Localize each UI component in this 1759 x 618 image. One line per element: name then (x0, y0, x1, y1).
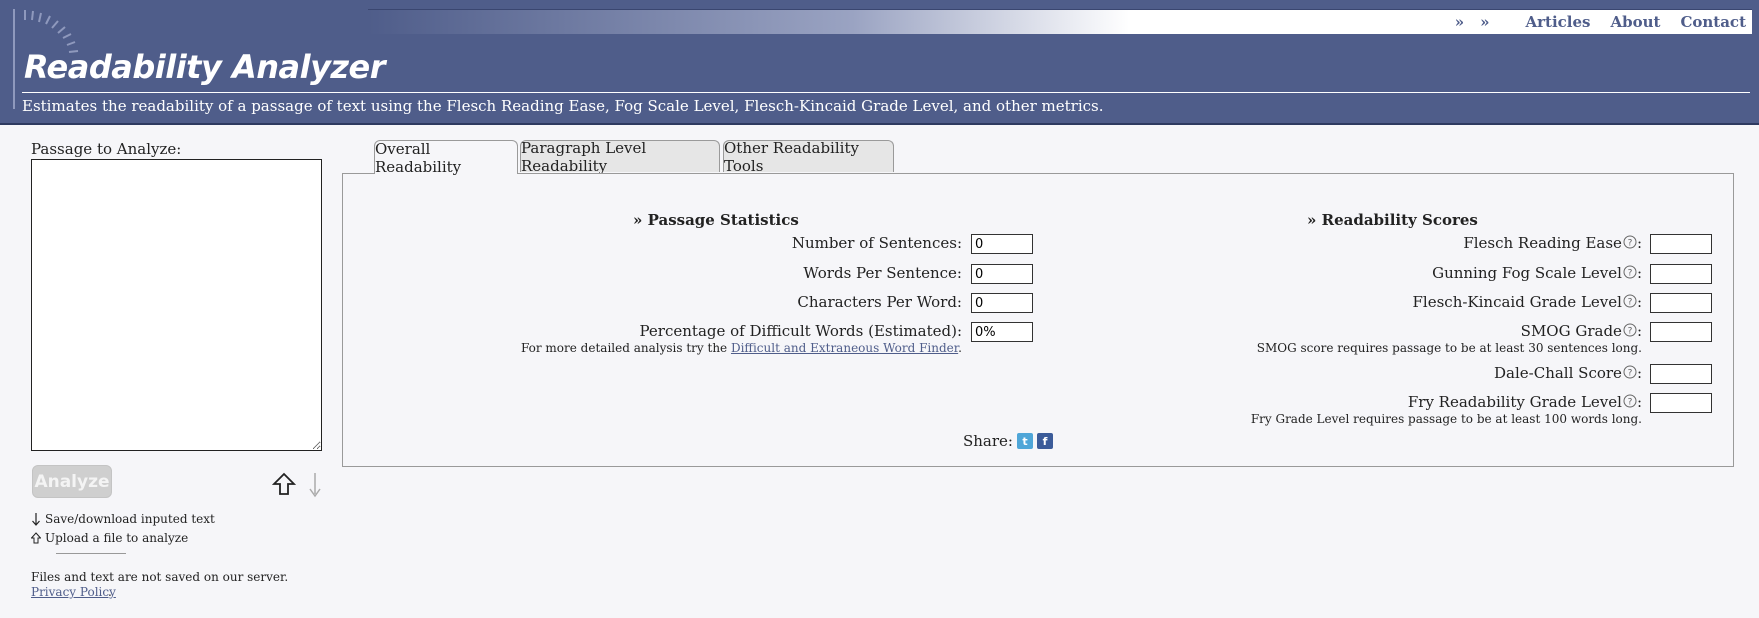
header-divider (22, 92, 1750, 93)
twitter-icon[interactable]: t (1016, 433, 1033, 449)
nav-arrow-2[interactable]: » (1480, 13, 1489, 31)
upload-small-icon (31, 532, 41, 544)
server-note: Files and text are not saved on our serv… (31, 570, 289, 584)
word-finder-note-prefix: For more detailed analysis try the (520, 341, 731, 355)
help-question-icon[interactable]: ? (1623, 235, 1637, 249)
top-nav-bar: » » Articles About Contact (368, 9, 1752, 34)
facebook-icon[interactable]: f (1036, 433, 1053, 449)
word-finder-link[interactable]: Difficult and Extraneous Word Finder (731, 341, 958, 355)
words-per-sentence-field[interactable] (971, 264, 1033, 284)
svg-text:?: ? (1628, 369, 1633, 379)
colon: : (1636, 264, 1642, 282)
passage-statistics-heading: » Passage Statistics (633, 211, 799, 229)
side-divider (56, 553, 126, 554)
share-label: Share: (963, 432, 1013, 450)
colon: : (1636, 293, 1642, 311)
readability-scores-heading: » Readability Scores (1307, 211, 1478, 229)
help-question-icon[interactable]: ? (1623, 294, 1637, 308)
colon: : (1636, 322, 1642, 340)
privacy-period: . (108, 585, 112, 599)
flesch-kincaid-field[interactable] (1650, 293, 1712, 313)
colon: : (1636, 393, 1642, 411)
passage-label: Passage to Analyze: (31, 140, 182, 158)
svg-text:?: ? (1628, 269, 1633, 279)
tab-paragraph-level-readability[interactable]: Paragraph Level Readability (520, 139, 720, 175)
flesch-kincaid-text: Flesch-Kincaid Grade Level (1412, 293, 1622, 311)
characters-per-word-label: Characters Per Word: (797, 293, 962, 311)
nav-articles-link[interactable]: Articles (1525, 13, 1590, 31)
fry-note: Fry Grade Level requires passage to be a… (1250, 412, 1642, 426)
characters-per-word-field[interactable] (971, 293, 1033, 313)
svg-text:?: ? (1628, 398, 1633, 408)
gunning-fog-text: Gunning Fog Scale Level (1432, 264, 1622, 282)
tab-other-readability-tools[interactable]: Other Readability Tools (723, 139, 894, 175)
help-question-icon[interactable]: ? (1623, 265, 1637, 279)
gunning-fog-field[interactable] (1650, 264, 1712, 284)
gunning-fog-label: Gunning Fog Scale Level?: (1432, 264, 1642, 282)
flesch-reading-ease-field[interactable] (1650, 234, 1712, 254)
save-download-row[interactable]: Save/download inputed text (31, 512, 215, 526)
save-arrow-icon (32, 513, 40, 526)
word-finder-note-suffix: . (958, 341, 962, 355)
nav-about-link[interactable]: About (1610, 13, 1660, 31)
sentences-label: Number of Sentences: (791, 234, 962, 252)
passage-textarea[interactable] (31, 159, 322, 451)
difficult-words-field[interactable] (971, 322, 1033, 342)
smog-note: SMOG score requires passage to be at lea… (1256, 341, 1642, 355)
site-title[interactable]: Readability Analyzer (24, 48, 386, 86)
difficult-words-label: Percentage of Difficult Words (Estimated… (639, 322, 962, 340)
word-finder-note: For more detailed analysis try the Diffi… (521, 341, 962, 355)
sentences-field[interactable] (971, 234, 1033, 254)
top-nav: » » Articles About Contact (1455, 10, 1746, 34)
dale-chall-label: Dale-Chall Score?: (1494, 364, 1642, 382)
help-question-icon[interactable]: ? (1623, 365, 1637, 379)
upload-arrow-icon[interactable] (272, 472, 296, 496)
fry-grade-label: Fry Readability Grade Level?: (1408, 393, 1642, 411)
svg-text:?: ? (1628, 239, 1633, 249)
save-download-text: Save/download inputed text (45, 512, 215, 526)
share-row: Share: t f (963, 432, 1053, 450)
fry-grade-text: Fry Readability Grade Level (1407, 393, 1622, 411)
svg-text:?: ? (1628, 298, 1633, 308)
smog-grade-field[interactable] (1650, 322, 1712, 342)
upload-file-text: Upload a file to analyze (45, 531, 189, 545)
download-arrow-icon[interactable] (308, 472, 322, 498)
dale-chall-field[interactable] (1650, 364, 1712, 384)
fry-grade-field[interactable] (1650, 393, 1712, 413)
dale-chall-text: Dale-Chall Score (1494, 364, 1622, 382)
site-header: » » Articles About Contact Readability A… (0, 0, 1759, 125)
flesch-reading-ease-text: Flesch Reading Ease (1463, 234, 1622, 252)
privacy-policy-link[interactable]: Privacy Policy (31, 585, 116, 599)
flesch-kincaid-label: Flesch-Kincaid Grade Level?: (1413, 293, 1642, 311)
smog-grade-label: SMOG Grade?: (1521, 322, 1642, 340)
words-per-sentence-label: Words Per Sentence: (803, 264, 962, 282)
tab-overall-readability[interactable]: Overall Readability (374, 140, 518, 176)
help-question-icon[interactable]: ? (1623, 394, 1637, 408)
help-question-icon[interactable]: ? (1623, 323, 1637, 337)
analyze-button[interactable]: Analyze (32, 465, 112, 498)
colon: : (1636, 364, 1642, 382)
upload-file-row[interactable]: Upload a file to analyze (31, 531, 188, 545)
svg-text:?: ? (1628, 327, 1633, 337)
nav-arrow-1[interactable]: » (1455, 13, 1464, 31)
site-description: Estimates the readability of a passage o… (22, 97, 1104, 115)
nav-contact-link[interactable]: Contact (1680, 13, 1746, 31)
colon: : (1636, 234, 1642, 252)
flesch-reading-ease-label: Flesch Reading Ease?: (1463, 234, 1642, 252)
smog-grade-text: SMOG Grade (1520, 322, 1622, 340)
